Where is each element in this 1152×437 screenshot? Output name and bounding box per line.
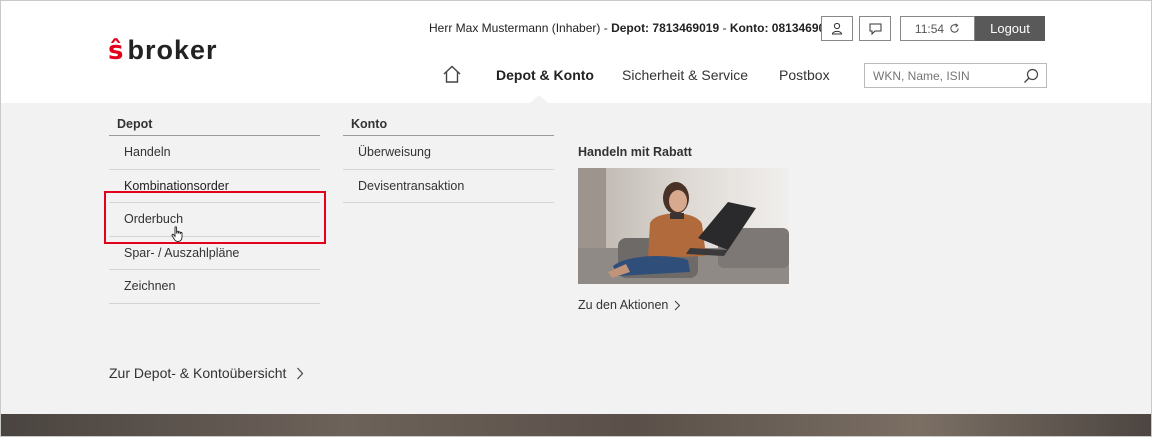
messages-button[interactable]	[859, 16, 891, 41]
hero-image-strip	[1, 414, 1151, 436]
menu-item-zeichnen[interactable]: Zeichnen	[109, 270, 320, 304]
depot-column: Depot Handeln Kombinationsorder Orderbuc…	[109, 103, 320, 304]
active-nav-caret	[530, 95, 548, 103]
session-time: 11:54	[914, 21, 945, 36]
depot-konto-overview-link[interactable]: Zur Depot- & Kontoübersicht	[109, 365, 304, 381]
search-icon	[1024, 68, 1039, 83]
woman-with-laptop-photo	[578, 168, 789, 284]
nav-depot-konto[interactable]: Depot & Konto	[496, 67, 594, 83]
hand-cursor-icon	[171, 226, 185, 248]
search-button[interactable]	[1023, 68, 1039, 87]
menu-item-sparplaene[interactable]: Spar- / Auszahlpläne	[109, 237, 320, 270]
refresh-icon	[950, 23, 959, 33]
konto-heading: Konto	[343, 103, 554, 136]
browser-frame: ŝ broker Herr Max Mustermann (Inhaber) -…	[0, 0, 1152, 437]
user-name: Herr Max Mustermann (Inhaber)	[429, 21, 601, 35]
logout-button[interactable]: Logout	[975, 16, 1045, 41]
mega-menu: Depot Handeln Kombinationsorder Orderbuc…	[1, 103, 1151, 414]
nav-sicherheit-service[interactable]: Sicherheit & Service	[622, 67, 748, 83]
logo-text: broker	[127, 35, 218, 65]
promo-link-label: Zu den Aktionen	[578, 298, 669, 312]
separator: -	[600, 21, 612, 35]
search-input[interactable]	[873, 68, 1013, 83]
menu-item-ueberweisung[interactable]: Überweisung	[343, 136, 554, 170]
konto-column: Konto Überweisung Devisentransaktion	[343, 103, 554, 203]
promo-link[interactable]: Zu den Aktionen	[578, 298, 681, 312]
account-info: Herr Max Mustermann (Inhaber) - Depot: 7…	[429, 21, 839, 35]
promo-image[interactable]	[578, 168, 789, 284]
separator: -	[719, 21, 730, 35]
chevron-right-icon	[674, 300, 681, 310]
menu-item-kombinationsorder[interactable]: Kombinationsorder	[109, 170, 320, 203]
broker-logo[interactable]: ŝ broker	[108, 37, 218, 64]
nav-postbox[interactable]: Postbox	[779, 67, 830, 83]
home-icon	[443, 65, 461, 83]
menu-item-devisentransaktion[interactable]: Devisentransaktion	[343, 170, 554, 203]
chat-bubble-icon	[869, 23, 881, 35]
depot-heading: Depot	[109, 103, 320, 136]
menu-item-orderbuch[interactable]: Orderbuch	[109, 203, 320, 237]
promo-title: Handeln mit Rabatt	[578, 145, 692, 159]
chevron-right-icon	[297, 367, 304, 379]
site-header: ŝ broker Herr Max Mustermann (Inhaber) -…	[1, 1, 1151, 103]
search-box[interactable]	[864, 63, 1047, 88]
overview-link-label: Zur Depot- & Kontoübersicht	[109, 365, 287, 381]
depot-number: Depot: 7813469019	[611, 21, 720, 35]
sparkasse-s-icon: ŝ	[108, 35, 124, 66]
home-button[interactable]	[442, 64, 462, 89]
person-icon	[831, 22, 843, 35]
profile-button[interactable]	[821, 16, 853, 41]
menu-item-handeln[interactable]: Handeln	[109, 136, 320, 170]
session-timer[interactable]: 11:54	[900, 16, 975, 41]
